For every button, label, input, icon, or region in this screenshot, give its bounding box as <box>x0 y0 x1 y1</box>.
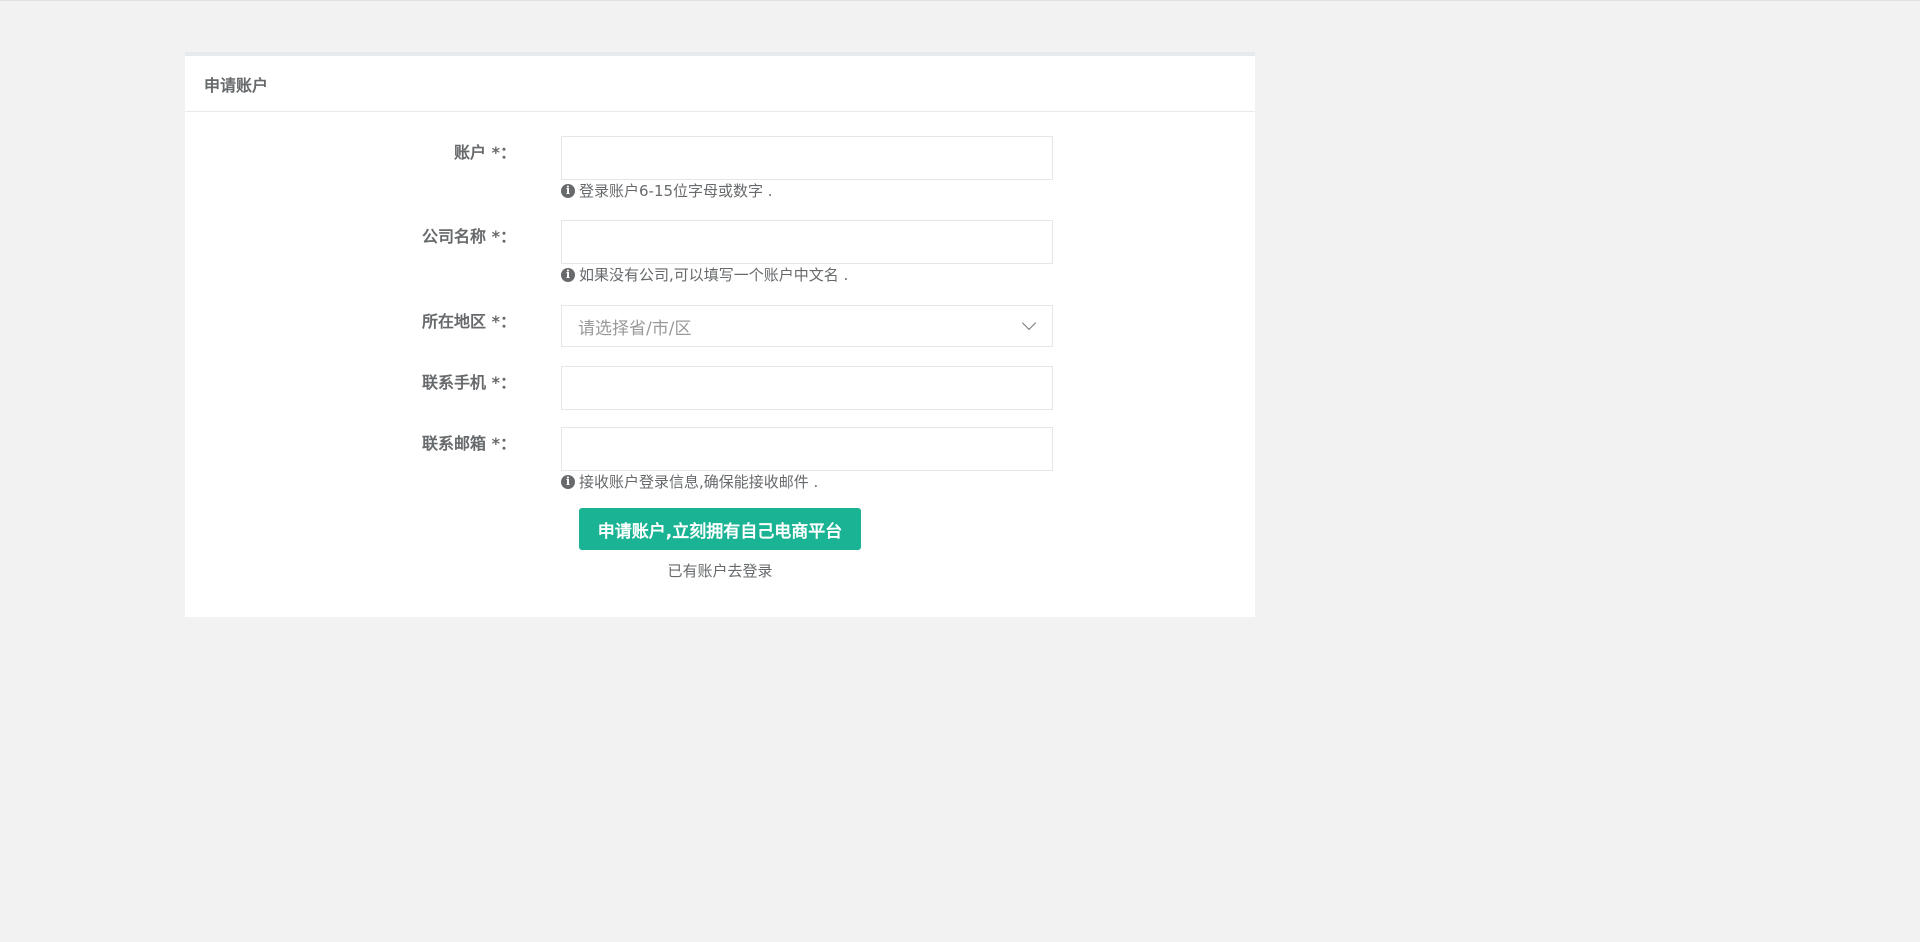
required-mark: *： <box>491 143 516 162</box>
panel-title: 申请账户 <box>204 75 269 95</box>
email-help: i 接收账户登录信息,确保能接收邮件 . <box>561 471 818 492</box>
company-help-text: 如果没有公司,可以填写一个账户中文名 . <box>579 266 849 284</box>
info-icon: i <box>561 267 575 282</box>
email-help-text: 接收账户登录信息,确保能接收邮件 . <box>579 473 819 491</box>
info-icon: i <box>561 474 575 489</box>
email-label-text: 联系邮箱 <box>422 434 487 453</box>
page: 申请账户 账户 *： i 登录账户6-15位字母或数字 . 公司名称 *： i … <box>0 0 1920 942</box>
account-help: i 登录账户6-15位字母或数字 . <box>561 180 773 201</box>
phone-label-text: 联系手机 <box>422 373 487 392</box>
required-mark: *： <box>491 373 516 392</box>
phone-label: 联系手机 *： <box>422 369 516 393</box>
account-label-text: 账户 <box>454 143 487 162</box>
company-label: 公司名称 *： <box>422 223 516 247</box>
register-panel: 申请账户 账户 *： i 登录账户6-15位字母或数字 . 公司名称 *： i … <box>185 52 1255 617</box>
submit-button[interactable]: 申请账户,立刻拥有自己电商平台 <box>579 508 861 550</box>
email-label: 联系邮箱 *： <box>422 430 516 454</box>
company-label-text: 公司名称 <box>422 227 487 246</box>
email-input[interactable] <box>561 427 1053 471</box>
region-select-placeholder: 请选择省/市/区 <box>578 318 692 339</box>
region-label-text: 所在地区 <box>422 312 487 331</box>
required-mark: *： <box>491 434 516 453</box>
login-link[interactable]: 已有账户去登录 <box>579 560 861 581</box>
region-select[interactable]: 请选择省/市/区 <box>561 305 1053 347</box>
company-input[interactable] <box>561 220 1053 264</box>
panel-header: 申请账户 <box>185 56 1255 112</box>
required-mark: *： <box>491 312 516 331</box>
account-help-text: 登录账户6-15位字母或数字 . <box>579 182 773 200</box>
phone-input[interactable] <box>561 366 1053 410</box>
account-input[interactable] <box>561 136 1053 180</box>
info-icon: i <box>561 183 575 198</box>
region-label: 所在地区 *： <box>422 308 516 332</box>
account-label: 账户 *： <box>454 139 516 163</box>
required-mark: *： <box>491 227 516 246</box>
company-help: i 如果没有公司,可以填写一个账户中文名 . <box>561 264 848 285</box>
chevron-down-icon <box>1021 315 1037 331</box>
